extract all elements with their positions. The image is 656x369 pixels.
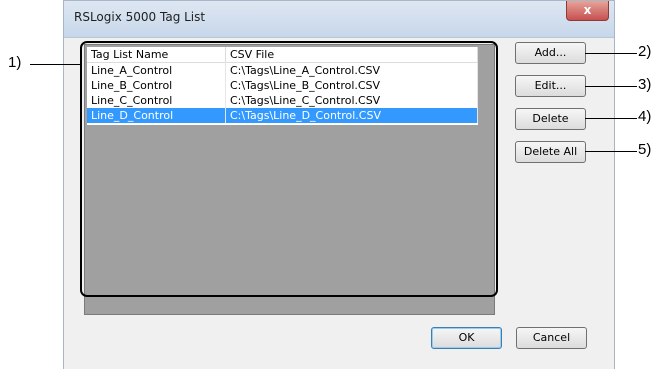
close-button[interactable]: x — [566, 1, 609, 21]
callout-leader-5 — [585, 151, 637, 152]
callout-leader-3 — [585, 86, 637, 87]
callout-leader-4 — [585, 118, 637, 119]
delete-button[interactable]: Delete — [515, 108, 586, 130]
add-button[interactable]: Add... — [515, 42, 586, 64]
title-bar: RSLogix 5000 Tag List x — [64, 1, 614, 38]
callout-label-2: 2) — [638, 43, 652, 60]
callout-label-3: 3) — [638, 76, 652, 93]
callout-label-5: 5) — [638, 141, 652, 158]
callout-highlight-tag-list — [80, 41, 498, 297]
cancel-button[interactable]: Cancel — [516, 327, 587, 349]
callout-label-4: 4) — [638, 108, 652, 125]
callout-leader-2 — [585, 53, 637, 54]
edit-button[interactable]: Edit... — [515, 75, 586, 97]
dialog-title: RSLogix 5000 Tag List — [74, 10, 206, 24]
callout-leader-1 — [30, 64, 80, 65]
ok-button[interactable]: OK — [431, 327, 502, 349]
close-icon: x — [583, 3, 592, 17]
callout-label-1: 1) — [8, 54, 22, 71]
delete-all-button[interactable]: Delete All — [515, 141, 586, 163]
